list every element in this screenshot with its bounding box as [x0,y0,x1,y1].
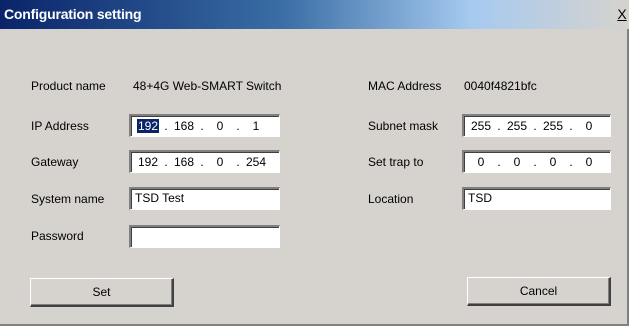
set-trap-label: Set trap to [368,155,424,169]
set-button[interactable]: Set [30,278,174,307]
subnet-octet-4[interactable]: 0 [576,117,602,136]
system-name-label: System name [31,192,105,206]
location-field[interactable]: TSD [462,187,611,210]
password-label: Password [31,229,84,243]
window-title: Configuration setting [4,6,142,22]
subnet-mask-label: Subnet mask [368,119,439,133]
ip-octet-1[interactable]: 192 [136,118,160,133]
trap-octet-1[interactable]: 0 [468,153,494,172]
close-icon[interactable]: X [615,6,629,22]
product-name-label: Product name [31,79,106,93]
gateway-octet-3[interactable]: 0 [207,153,233,172]
gateway-octet-1[interactable]: 192 [135,153,161,172]
location-label: Location [368,192,414,206]
ip-address-field[interactable]: 192 . 168 . 0 . 1 [129,114,280,137]
trap-octet-3[interactable]: 0 [540,153,566,172]
trap-octet-2[interactable]: 0 [504,153,530,172]
gateway-field[interactable]: 192 . 168 . 0 . 254 [129,150,280,173]
system-name-field[interactable]: TSD Test [129,187,280,210]
subnet-mask-field[interactable]: 255 . 255 . 255 . 0 [462,114,611,137]
ip-address-label: IP Address [31,119,89,133]
mac-address-label: MAC Address [368,79,442,93]
ip-octet-3[interactable]: 0 [207,117,233,136]
gateway-label: Gateway [31,155,79,169]
subnet-octet-2[interactable]: 255 [504,117,530,136]
gateway-octet-4[interactable]: 254 [243,153,269,172]
ip-octet-2[interactable]: 168 [171,117,197,136]
subnet-octet-1[interactable]: 255 [468,117,494,136]
password-field[interactable] [129,225,280,248]
product-name-value: 48+4G Web-SMART Switch [133,79,282,93]
mac-address-value: 0040f4821bfc [464,79,537,93]
ip-octet-4[interactable]: 1 [243,117,269,136]
gateway-octet-2[interactable]: 168 [171,153,197,172]
subnet-octet-3[interactable]: 255 [540,117,566,136]
title-bar[interactable]: Configuration setting X [0,0,629,29]
cancel-button[interactable]: Cancel [467,277,611,306]
set-trap-field[interactable]: 0 . 0 . 0 . 0 [462,150,611,173]
trap-octet-4[interactable]: 0 [576,153,602,172]
